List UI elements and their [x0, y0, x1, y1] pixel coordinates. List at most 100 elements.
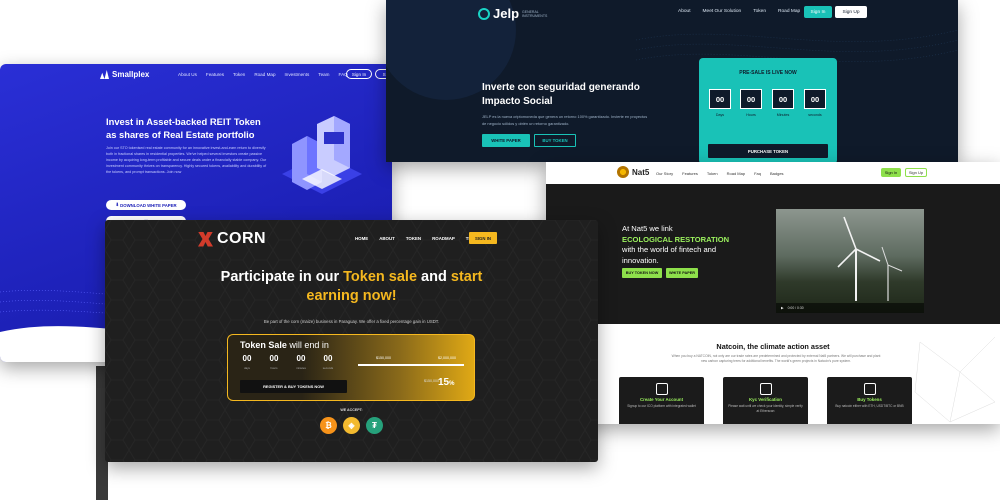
corn-screenshot: CORN HOME ABOUT TOKEN ROADMAP TEAM SIGN …: [105, 220, 598, 462]
white-paper-button[interactable]: WHITE PAPER: [482, 134, 530, 147]
nav-home[interactable]: HOME: [355, 236, 368, 241]
sign-in-button[interactable]: Sign In: [346, 69, 372, 79]
sign-up-button[interactable]: Sign Up: [905, 168, 927, 177]
isometric-buildings-illustration: [282, 116, 362, 194]
smallplex-nav-links: About Us Features Token Road Map Investm…: [178, 72, 348, 77]
corn-nav-links: HOME ABOUT TOKEN ROADMAP TEAM: [355, 236, 478, 241]
smallplex-navbar: Smallplex About Us Features Token Road M…: [0, 69, 392, 84]
countdown-days: 00: [709, 89, 731, 109]
nav-token[interactable]: Token: [753, 9, 766, 14]
download-whitepaper-button[interactable]: ⬇ DOWNLOAD WHITE PAPER: [106, 200, 186, 210]
token-sale-panel: Token Sale will end in 00 00 00 00 days …: [227, 334, 475, 401]
feature-card-create-account: Create Your Account Signup to our ICO pl…: [619, 377, 704, 424]
feature-description: Please wait until we check your identity…: [728, 404, 803, 413]
nav-our-story[interactable]: Our Story: [656, 171, 673, 176]
nav-solution[interactable]: Meet Our Solution: [703, 9, 742, 14]
feature-description: Signup to our ICO platform with integrat…: [627, 404, 696, 408]
nat5-nav-links: Our Story Features Token Road Map Faq Ba…: [656, 171, 784, 176]
nav-token[interactable]: TOKEN: [406, 236, 421, 241]
nav-about[interactable]: About Us: [178, 72, 197, 77]
label-seconds: seconds: [808, 113, 822, 117]
label-hours: hours: [270, 366, 278, 370]
hero-description: Join our STO tokenised real estate commu…: [106, 146, 267, 174]
nat5-logo[interactable]: Nat5: [617, 166, 649, 178]
hardcap-value: $2,000,000: [438, 356, 456, 360]
smallplex-logo[interactable]: Smallplex: [100, 70, 149, 79]
nav-investments[interactable]: Investments: [285, 72, 310, 77]
nav-faq[interactable]: Faq: [754, 171, 761, 176]
countdown-days: 00: [242, 354, 252, 363]
id-card-icon: [759, 383, 772, 395]
network-lines-graphic: [914, 336, 996, 423]
video-controls: ▶ 0:00 / 0:30: [776, 303, 924, 313]
countdown-minutes: 00: [772, 89, 794, 109]
sale-progress-track: [358, 364, 464, 366]
sign-in-button[interactable]: Sign In: [804, 6, 832, 18]
nav-roadmap[interactable]: Road Map: [727, 171, 745, 176]
nav-team[interactable]: Team: [318, 72, 329, 77]
hero-tagline: Be part of the corn (maize) business in …: [263, 319, 440, 324]
nav-roadmap[interactable]: ROADMAP: [432, 236, 455, 241]
label-seconds: seconds: [322, 366, 334, 370]
hero-headline: Participate in our Token sale and start …: [220, 269, 483, 304]
jelp-screenshot: Jelp GENERAL INSTRUMENTS About Meet Our S…: [386, 0, 958, 162]
jelp-logo-icon: [478, 7, 490, 20]
register-buy-tokens-button[interactable]: REGISTER & BUY TOKENS NOW: [240, 380, 347, 393]
token-sale-title: Token Sale will end in: [240, 340, 329, 350]
dotted-background-graphic: [386, 0, 958, 100]
purchase-token-button[interactable]: PURCHASE TOKEN: [708, 144, 828, 158]
play-icon[interactable]: ▶: [781, 306, 784, 310]
feature-description: Buy natcoin either with ETH, USDT/BTC or…: [835, 404, 904, 408]
nat5-screenshot: Nat5 Our Story Features Token Road Map F…: [546, 162, 1000, 424]
feature-card-buy-tokens: Buy Tokens Buy natcoin either with ETH, …: [827, 377, 912, 424]
nav-token[interactable]: Token: [233, 72, 245, 77]
sign-up-button[interactable]: Sign Up: [835, 6, 867, 18]
nav-about[interactable]: About: [678, 9, 691, 14]
feature-title: Buy Tokens: [857, 397, 882, 402]
raised-value: $150,000: [424, 379, 439, 383]
corn-logo-icon: [198, 231, 213, 247]
video-time: 0:00 / 0:30: [787, 306, 804, 310]
tether-icon: ₮: [366, 417, 383, 434]
sign-in-button[interactable]: Sign In: [881, 168, 901, 177]
countdown-minutes: 00: [296, 354, 306, 363]
nav-roadmap[interactable]: Road Map: [778, 9, 800, 14]
corn-logo[interactable]: CORN: [198, 230, 266, 248]
countdown-seconds: 00: [804, 89, 826, 109]
nav-features[interactable]: Features: [682, 171, 698, 176]
white-paper-button[interactable]: WHITE PAPER: [666, 268, 698, 278]
countdown-hours: 00: [740, 89, 762, 109]
nav-about[interactable]: ABOUT: [379, 236, 395, 241]
sign-in-button[interactable]: SIGN IN: [469, 232, 497, 244]
video-player[interactable]: ▶ 0:00 / 0:30: [776, 209, 924, 313]
jelp-logo[interactable]: Jelp GENERAL INSTRUMENTS: [478, 6, 552, 21]
countdown-hours: 00: [269, 354, 279, 363]
hero-headline: Invest in Asset-backed REIT Token as sha…: [106, 116, 261, 140]
buy-token-button[interactable]: BUY TOKEN: [534, 134, 576, 147]
presale-title: PRE-SALE IS LIVE NOW: [739, 70, 797, 76]
hero-description: JELP es la nueva criptomoneda que genera…: [482, 114, 648, 126]
label-hours: Hours: [746, 113, 756, 117]
bnb-icon: ◈: [343, 417, 360, 434]
nav-features[interactable]: Features: [206, 72, 224, 77]
edit-icon: [655, 383, 668, 395]
we-accept-label: WE ACCEPT:: [340, 408, 363, 412]
nav-roadmap[interactable]: Road Map: [254, 72, 275, 77]
feature-card-kyc: Kyc Verification Please wait until we ch…: [723, 377, 808, 424]
label-days: days: [244, 366, 250, 370]
nav-token[interactable]: Token: [707, 171, 718, 176]
nat5-navbar: Nat5 Our Story Features Token Road Map F…: [546, 162, 1000, 184]
hero-headline: Inverte con seguridad generando Impacto …: [482, 82, 640, 107]
softcap-value: $150,000: [376, 356, 391, 360]
feature-title: Create Your Account: [639, 397, 684, 402]
presale-card: PRE-SALE IS LIVE NOW 00 00 00 00 Days Ho…: [699, 58, 837, 162]
jelp-nav-links: About Meet Our Solution Token Road Map: [678, 9, 800, 14]
nat5-logo-icon: [617, 166, 629, 178]
section-description: When you buy a NATCOIN, not only are our…: [671, 354, 881, 363]
nav-badges[interactable]: Badges: [770, 171, 784, 176]
label-minutes: Minutes: [776, 113, 790, 117]
hero-headline: At Nat5 we link ECOLOGICAL RESTORATION wit…: [622, 224, 730, 265]
bonus-percent: 15%: [438, 377, 455, 388]
token-icon: [863, 383, 876, 395]
buy-token-now-button[interactable]: BUY TOKEN NOW: [622, 268, 662, 278]
